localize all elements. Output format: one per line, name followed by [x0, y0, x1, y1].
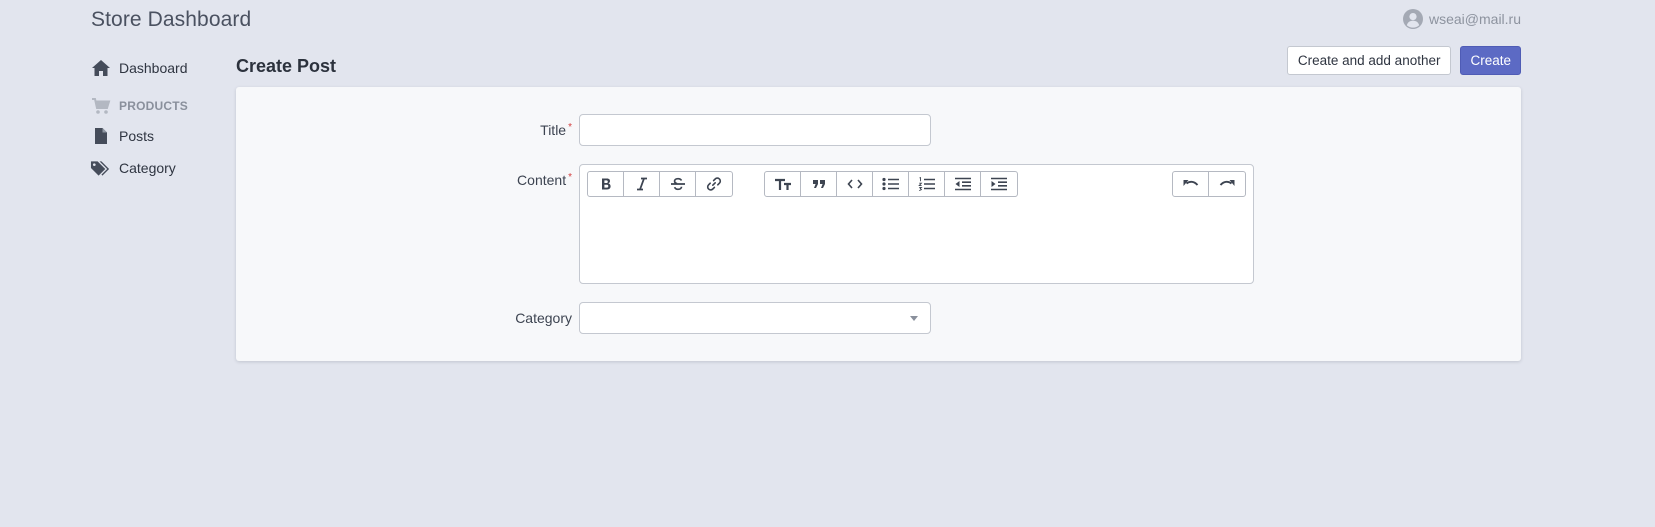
post-form: Title * Content * Category	[236, 87, 1521, 361]
sidebar-group-products: PRODUCTS	[90, 92, 230, 120]
title-label-text: Title	[540, 122, 567, 138]
content-label: Content *	[452, 172, 572, 188]
sidebar-item-label: Dashboard	[119, 60, 188, 76]
home-icon	[90, 58, 111, 79]
code-icon[interactable]	[837, 172, 873, 196]
sidebar-item-category[interactable]: Category	[90, 152, 230, 184]
sidebar-group-label: PRODUCTS	[119, 99, 188, 113]
create-button[interactable]: Create	[1460, 46, 1521, 75]
outdent-icon[interactable]	[945, 172, 981, 196]
sidebar-item-dashboard[interactable]: Dashboard	[90, 52, 230, 84]
sidebar-item-label: Category	[119, 160, 176, 176]
required-mark: *	[568, 122, 572, 133]
required-mark: *	[568, 172, 572, 183]
numbered-list-icon[interactable]	[909, 172, 945, 196]
cart-icon	[90, 96, 111, 117]
undo-icon[interactable]	[1173, 172, 1209, 196]
app-title: Store Dashboard	[91, 8, 252, 31]
category-select[interactable]	[579, 302, 931, 334]
sidebar-item-posts[interactable]: Posts	[90, 120, 230, 152]
bold-icon[interactable]	[588, 172, 624, 196]
sidebar-item-label: Posts	[119, 128, 155, 144]
page-title: Create Post	[236, 56, 337, 76]
redo-icon[interactable]	[1209, 172, 1245, 196]
toolbar-block-group	[764, 171, 1018, 197]
title-label: Title *	[452, 122, 572, 138]
content-label-text: Content	[517, 172, 567, 188]
user-menu[interactable]: wseai@mail.ru	[1402, 9, 1521, 29]
toolbar-format-group	[587, 171, 733, 197]
user-email: wseai@mail.ru	[1428, 11, 1521, 27]
quote-icon[interactable]	[801, 172, 837, 196]
page-actions: Create and add another Create	[1286, 46, 1521, 75]
user-avatar-icon	[1402, 9, 1423, 29]
bullet-list-icon[interactable]	[873, 172, 909, 196]
chevron-down-icon	[910, 316, 918, 321]
link-icon[interactable]	[696, 172, 732, 196]
category-label: Category	[515, 310, 572, 326]
title-input[interactable]	[579, 114, 931, 146]
indent-icon[interactable]	[981, 172, 1017, 196]
content-editor[interactable]	[579, 164, 1254, 284]
file-icon	[90, 126, 111, 147]
heading-icon[interactable]	[765, 172, 801, 196]
toolbar-history-group	[1172, 171, 1246, 197]
italic-icon[interactable]	[624, 172, 660, 196]
tags-icon	[90, 158, 111, 179]
strikethrough-icon[interactable]	[660, 172, 696, 196]
create-and-add-another-button[interactable]: Create and add another	[1286, 46, 1452, 75]
sidebar: Dashboard PRODUCTS Posts Category	[90, 52, 230, 184]
